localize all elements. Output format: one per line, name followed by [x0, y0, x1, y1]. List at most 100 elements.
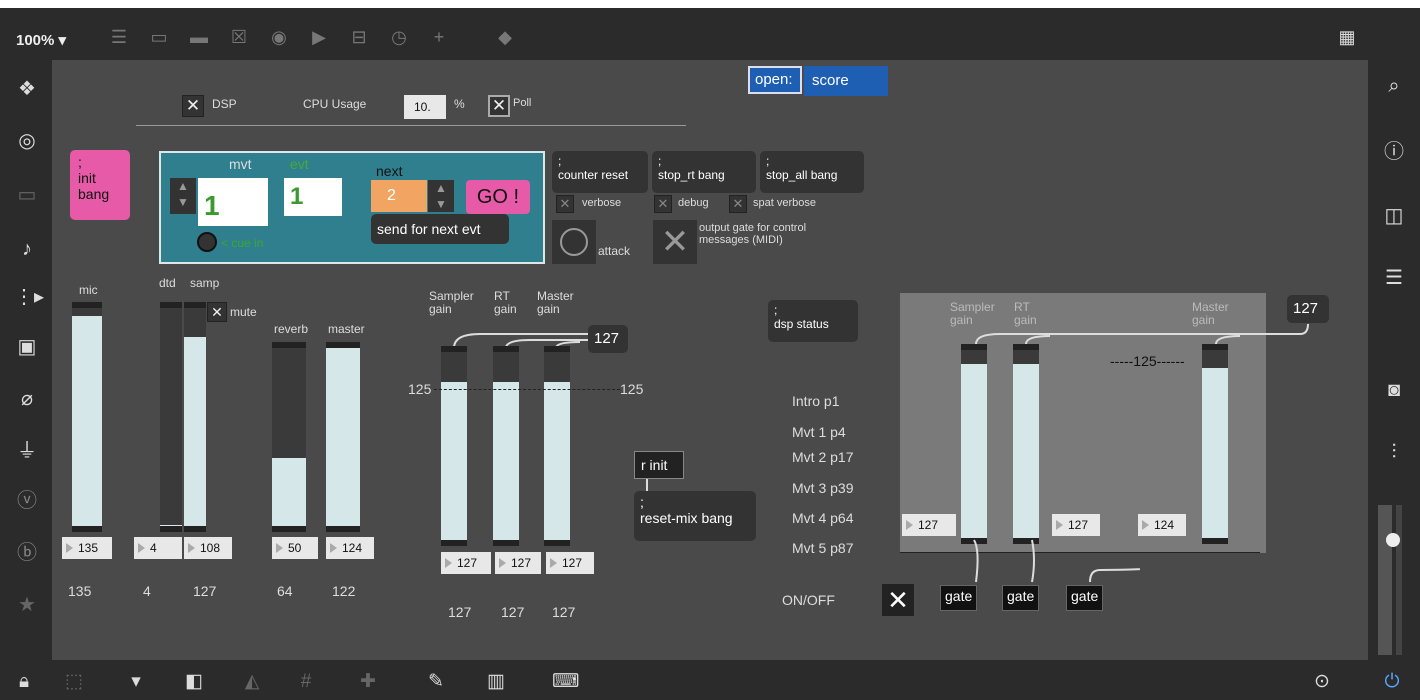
computer-keyboard-icon[interactable]: ⌨ — [552, 670, 579, 694]
output-gate-toggle[interactable]: ✕ — [653, 220, 697, 264]
image-icon[interactable]: ▣ — [14, 334, 40, 360]
zoom-menu[interactable]: 100% ▾ — [16, 31, 66, 49]
mvt-number[interactable]: 1 — [198, 178, 268, 226]
send-next-evt-message[interactable]: send for next evt — [371, 214, 509, 244]
section-intro[interactable]: Intro p1 — [792, 393, 839, 409]
init-bang-message[interactable]: ; init bang — [70, 150, 130, 220]
panel-rt-slider[interactable] — [1013, 344, 1039, 544]
cue-in-button[interactable] — [197, 232, 217, 252]
rt-gain-number[interactable]: 127 — [495, 552, 541, 574]
transport-play-icon[interactable]: ⊙ — [1310, 670, 1334, 694]
wrench-icon[interactable]: ✎ — [424, 670, 448, 694]
comment-icon[interactable]: ▬ — [188, 26, 210, 48]
next-stepper[interactable]: ▲ ▼ — [428, 180, 454, 212]
section-mvt3[interactable]: Mvt 3 p39 — [792, 480, 853, 496]
dsp-toggle[interactable]: ✕ — [182, 95, 204, 117]
film-icon[interactable]: ▭ — [14, 182, 40, 208]
verbose-toggle[interactable]: ✕ — [556, 195, 574, 213]
master-slider[interactable] — [326, 342, 360, 532]
r-init-object[interactable]: r init — [634, 451, 684, 479]
slider-object-icon[interactable]: ⊟ — [348, 26, 370, 48]
star-icon[interactable]: ★ — [14, 592, 40, 618]
dtd-number[interactable]: 4 — [134, 537, 182, 559]
dial-object-icon[interactable]: ◷ — [388, 26, 410, 48]
section-mvt2[interactable]: Mvt 2 p17 — [792, 449, 853, 465]
info-icon[interactable]: ⓘ — [1380, 138, 1408, 166]
select-icon[interactable]: ⬚ — [62, 670, 86, 694]
samp-number[interactable]: 108 — [184, 537, 232, 559]
samp-slider[interactable] — [184, 302, 206, 532]
toggle-object-icon[interactable]: ☒ — [228, 26, 250, 48]
gate-object-1[interactable]: gate — [940, 585, 978, 611]
mvt-stepper[interactable]: ▲ ▼ — [170, 178, 196, 214]
grid-icon[interactable]: ▦ — [1336, 26, 1358, 48]
master-gain-slider[interactable] — [544, 346, 570, 546]
layers-icon[interactable]: ◧ — [182, 670, 206, 694]
attack-button[interactable] — [552, 220, 596, 264]
hash-grid-icon[interactable]: # — [294, 670, 318, 694]
gain-top-number[interactable]: 127 — [588, 325, 628, 353]
message-box-icon[interactable]: ▭ — [148, 26, 170, 48]
evt-number[interactable]: 1 — [284, 178, 342, 216]
score-menu[interactable]: score — [804, 66, 888, 96]
stop-rt-message[interactable]: ; stop_rt bang — [652, 151, 756, 193]
search-icon[interactable]: ⌕ — [1380, 72, 1408, 100]
paint-bucket-icon[interactable]: ◆ — [494, 26, 516, 48]
snap-icon[interactable]: ◭ — [240, 670, 264, 694]
go-button[interactable]: GO ! — [466, 180, 530, 214]
presentation-icon[interactable]: ▾ — [124, 670, 148, 694]
target-icon[interactable]: ◎ — [14, 128, 40, 154]
music-note-icon[interactable]: ♪ — [14, 236, 40, 262]
master-number[interactable]: 124 — [326, 537, 374, 559]
list-icon[interactable]: ☰ — [1380, 264, 1408, 292]
master-gain-number[interactable]: 127 — [546, 552, 594, 574]
camera-icon[interactable]: ◙ — [1380, 376, 1408, 404]
button-object-icon[interactable]: ◉ — [268, 26, 290, 48]
sampler-gain-slider[interactable] — [441, 346, 467, 546]
sampler-gain-number[interactable]: 127 — [441, 552, 491, 574]
next-number[interactable]: 2 — [371, 180, 427, 212]
keyboard-piano-icon[interactable]: ▥ — [484, 670, 508, 694]
paperclip-icon[interactable]: ⌀ — [14, 386, 40, 412]
section-mvt4[interactable]: Mvt 4 p64 — [792, 510, 853, 526]
panel-master-slider[interactable] — [1202, 344, 1228, 544]
step-icon[interactable]: ⋮▸ — [14, 284, 44, 310]
volume-knob[interactable] — [1386, 533, 1400, 547]
columns-icon[interactable]: ◫ — [1380, 202, 1408, 230]
debug-toggle[interactable]: ✕ — [654, 195, 672, 213]
dsp-status-message[interactable]: ; dsp status — [768, 300, 858, 342]
reset-mix-message[interactable]: ; reset-mix bang — [634, 491, 756, 541]
mic-number[interactable]: 135 — [62, 537, 112, 559]
stop-all-message[interactable]: ; stop_all bang — [760, 151, 864, 193]
section-mvt1[interactable]: Mvt 1 p4 — [792, 424, 846, 440]
panel-number-c[interactable]: 124 — [1138, 514, 1186, 536]
vimeo-icon[interactable]: ⓥ — [14, 488, 40, 514]
mixer-icon[interactable]: ⫶ — [1380, 438, 1408, 466]
number-object-icon[interactable]: ▶ — [308, 26, 330, 48]
mic-slider[interactable] — [72, 302, 102, 532]
beap-icon[interactable]: ⓑ — [14, 540, 40, 566]
counter-reset-message[interactable]: ; counter reset — [552, 151, 648, 193]
onoff-toggle[interactable]: ✕ — [882, 584, 914, 616]
power-icon[interactable]: ⏻ — [1380, 670, 1404, 694]
evt-label: evt — [290, 156, 309, 172]
reverb-number[interactable]: 50 — [272, 537, 318, 559]
align-icon[interactable]: ☰ — [108, 26, 130, 48]
rt-gain-slider[interactable] — [493, 346, 519, 546]
gate-object-3[interactable]: gate — [1066, 585, 1104, 611]
add-connect-icon[interactable]: ✚ — [356, 670, 380, 694]
poll-toggle[interactable]: ✕ — [488, 95, 510, 117]
lock-icon[interactable]: 🔒︎ — [12, 670, 36, 694]
mute-toggle[interactable]: ✕ — [207, 302, 227, 322]
reset-mix-text: reset-mix bang — [640, 510, 733, 526]
section-mvt5[interactable]: Mvt 5 p87 — [792, 540, 853, 556]
gate-object-2[interactable]: gate — [1002, 585, 1040, 611]
volume-track[interactable] — [1396, 505, 1402, 655]
dtd-slider[interactable] — [160, 302, 182, 532]
panel-sampler-slider[interactable] — [961, 344, 987, 544]
spat-verbose-toggle[interactable]: ✕ — [729, 195, 747, 213]
reverb-slider[interactable] — [272, 342, 306, 532]
plug-icon[interactable]: ⏚ — [14, 438, 40, 464]
packages-icon[interactable]: ❖ — [14, 76, 40, 102]
add-object-icon[interactable]: + — [428, 26, 450, 48]
